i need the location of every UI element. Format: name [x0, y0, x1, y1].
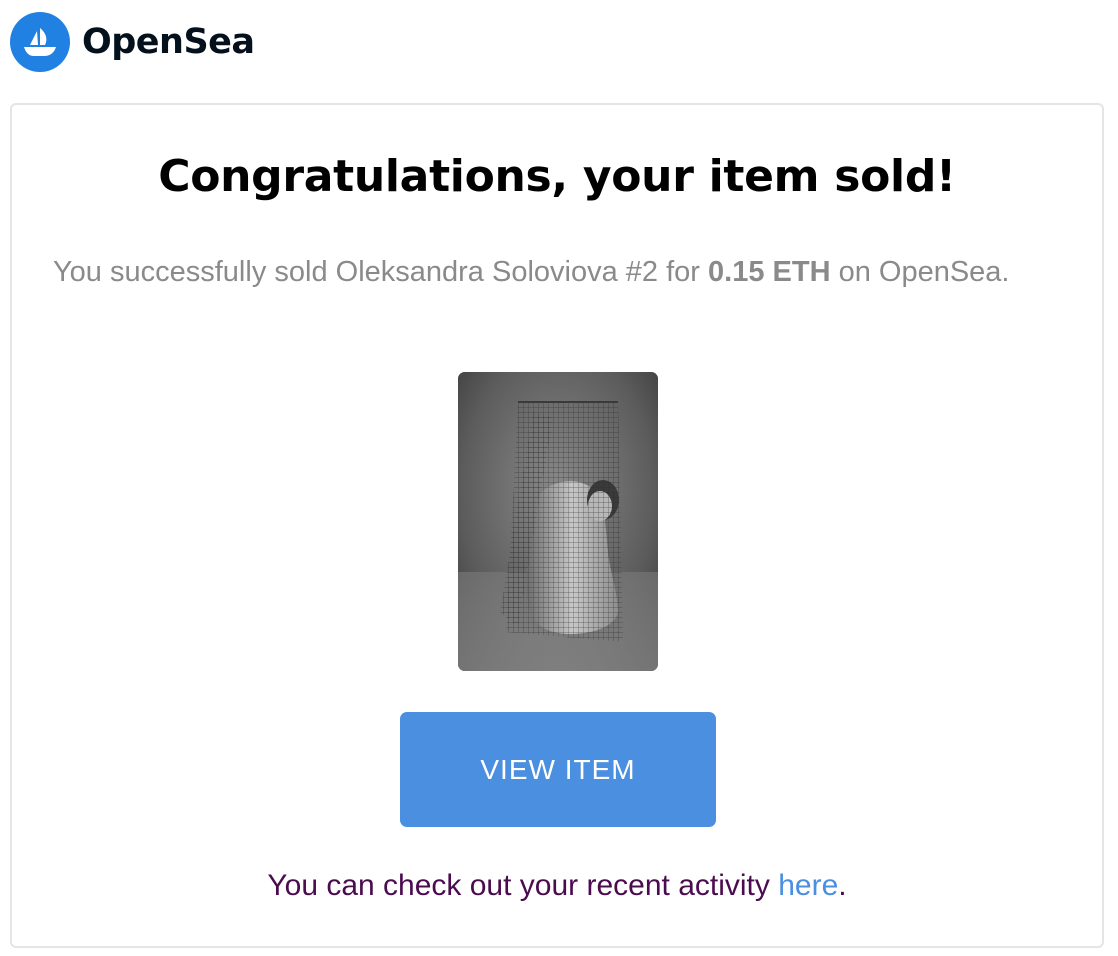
recent-activity-period: . — [838, 869, 847, 902]
email-header: OpenSea — [10, 12, 255, 72]
sale-message-suffix: on OpenSea. — [830, 256, 1010, 288]
recent-activity-note: You can check out your recent activity h… — [12, 869, 1102, 903]
sale-message-prefix: You successfully sold Oleksandra Solovio… — [53, 256, 709, 288]
sale-message: You successfully sold Oleksandra Solovio… — [53, 251, 1053, 293]
nft-artwork-image[interactable] — [458, 372, 658, 671]
view-item-button[interactable]: VIEW ITEM — [400, 712, 716, 827]
page-title: Congratulations, your item sold! — [158, 151, 956, 202]
brand-name[interactable]: OpenSea — [82, 22, 255, 62]
notification-card: Congratulations, your item sold! You suc… — [10, 103, 1104, 948]
opensea-logo-icon[interactable] — [10, 12, 70, 72]
recent-activity-text: You can check out your recent activity — [267, 869, 779, 902]
sale-amount: 0.15 ETH — [708, 256, 831, 288]
recent-activity-link[interactable]: here — [778, 869, 838, 902]
